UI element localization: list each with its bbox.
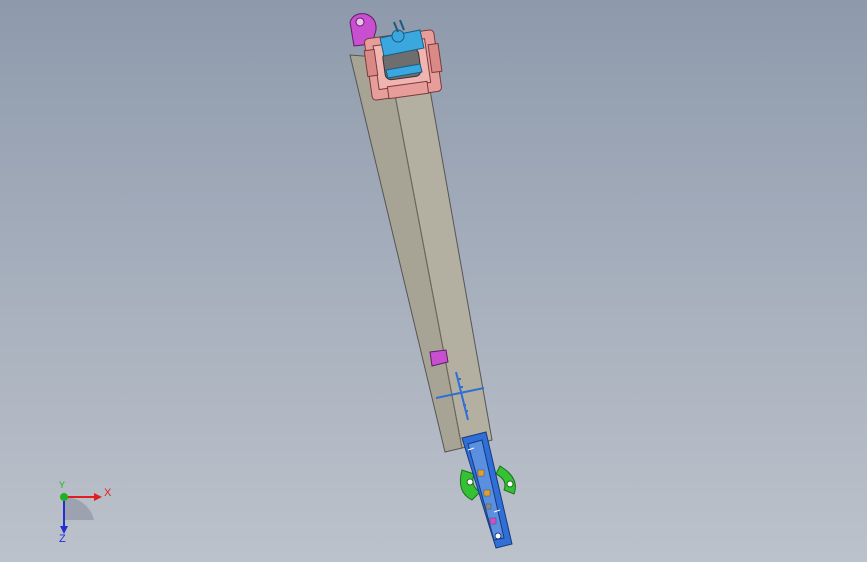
cad-viewport[interactable]: X Y Z bbox=[0, 0, 867, 562]
boom-assembly-model[interactable] bbox=[0, 0, 867, 562]
coordinate-triad: X Y Z bbox=[40, 480, 120, 550]
x-axis-label: X bbox=[104, 487, 112, 499]
z-axis-label: Z bbox=[59, 533, 66, 545]
carriage-slot-4 bbox=[485, 503, 492, 510]
y-axis-label: Y bbox=[59, 480, 66, 490]
carriage-slot-3 bbox=[489, 517, 497, 525]
boom-beams[interactable] bbox=[349, 54, 493, 453]
carriage-slot-2 bbox=[483, 489, 491, 497]
pivot-hole bbox=[355, 17, 365, 27]
carriage-slot-1 bbox=[477, 469, 485, 477]
